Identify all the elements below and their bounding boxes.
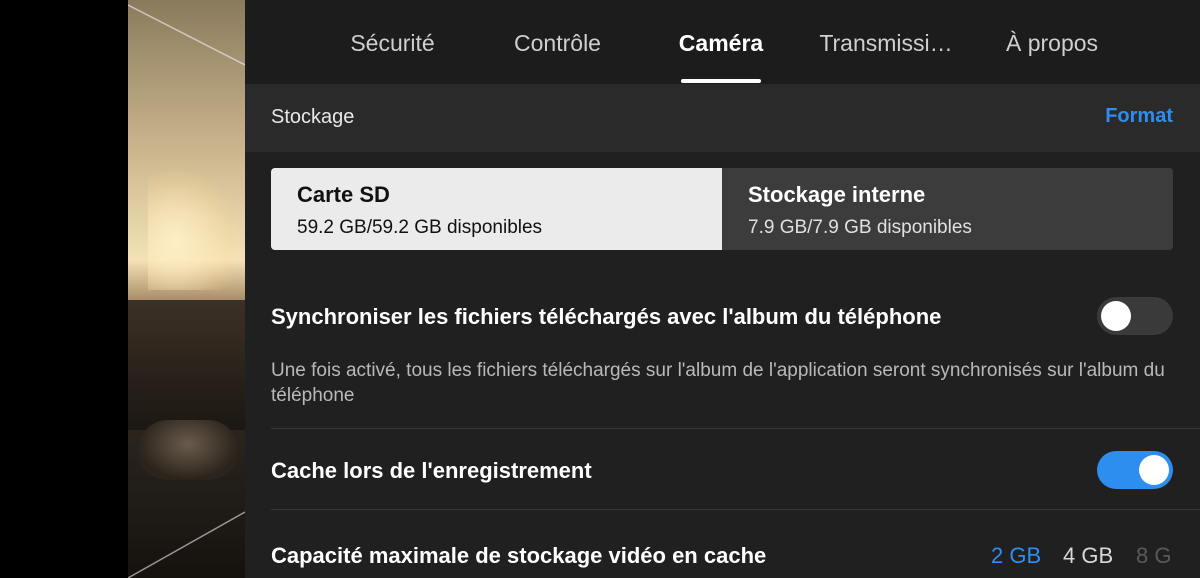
storage-option-name: Stockage interne	[748, 182, 926, 207]
sync-toggle[interactable]	[1097, 297, 1173, 335]
tab-label: À propos	[1005, 30, 1099, 56]
active-tab-indicator	[681, 79, 761, 83]
capacity-option-2gb[interactable]: 2 GB	[991, 543, 1041, 569]
cache-capacity-title: Capacité maximale de stockage vidéo en c…	[271, 543, 767, 568]
format-button[interactable]: Format	[1105, 105, 1173, 128]
storage-option-internal[interactable]: Stockage interne 7.9 GB/7.9 GB disponibl…	[722, 168, 1173, 250]
cache-setting-title: Cache lors de l'enregistrement	[271, 458, 592, 483]
tab-label: Contrôle	[514, 30, 601, 56]
preview-guide-lines	[128, 4, 245, 578]
storage-option-available: 59.2 GB/59.2 GB disponibles	[297, 217, 543, 238]
sync-setting-title: Synchroniser les fichiers téléchargés av…	[271, 304, 942, 329]
storage-option-name: Carte SD	[297, 182, 390, 207]
tab-camera[interactable]: Caméra	[671, 0, 771, 84]
screen-edge	[0, 0, 128, 578]
tab-controle[interactable]: Contrôle	[505, 0, 610, 84]
settings-panel: Sécurité Contrôle Caméra Transmissi… À p…	[245, 0, 1200, 578]
tab-label: Caméra	[678, 30, 764, 56]
capacity-option-4gb[interactable]: 4 GB	[1063, 543, 1113, 569]
cache-toggle[interactable]	[1097, 451, 1173, 489]
tab-bar: Sécurité Contrôle Caméra Transmissi… À p…	[245, 0, 1200, 84]
storage-section-header: Stockage Format	[245, 84, 1200, 152]
storage-option-sd-card[interactable]: Carte SD 59.2 GB/59.2 GB disponibles	[271, 168, 722, 250]
tab-label: Sécurité	[350, 30, 435, 56]
tab-a-propos[interactable]: À propos	[997, 0, 1107, 84]
toggle-knob	[1139, 455, 1169, 485]
camera-preview	[128, 0, 245, 578]
capacity-option-8gb[interactable]: 8 G	[1136, 543, 1171, 569]
sync-description: Une fois activé, tous les fichiers téléc…	[271, 360, 1165, 406]
divider	[271, 428, 1200, 429]
section-title: Stockage	[271, 106, 355, 128]
tab-securite[interactable]: Sécurité	[340, 0, 445, 84]
toggle-knob	[1101, 301, 1131, 331]
storage-selector: Carte SD 59.2 GB/59.2 GB disponibles Sto…	[271, 168, 1173, 250]
divider	[271, 509, 1200, 510]
tab-label: Transmissi…	[819, 30, 953, 56]
storage-option-available: 7.9 GB/7.9 GB disponibles	[748, 217, 972, 238]
tab-transmission[interactable]: Transmissi…	[817, 0, 955, 84]
